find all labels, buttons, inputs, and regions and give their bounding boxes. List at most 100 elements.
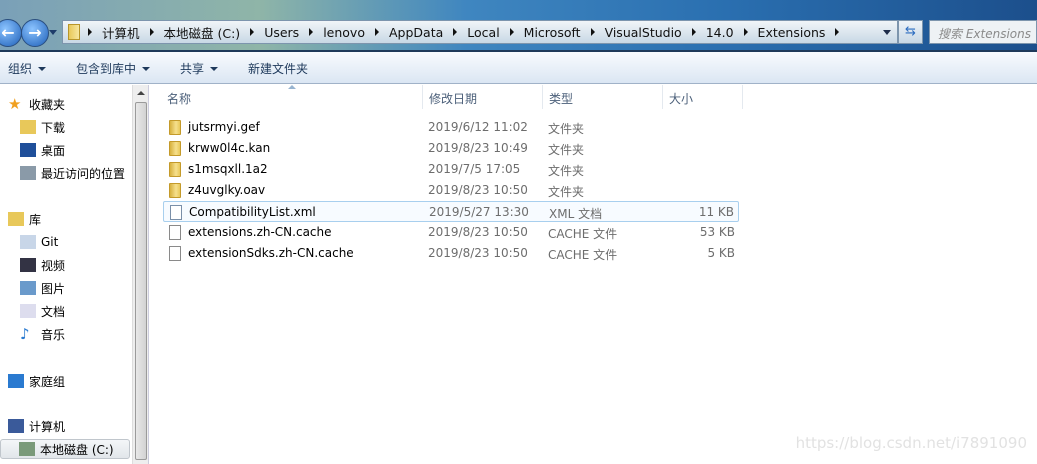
new-folder-label: 新建文件夹 [248, 62, 309, 76]
file-row[interactable]: s1msqxll.1a2 2019/7/5 17:05 文件夹 [163, 159, 739, 180]
file-list: 名称 修改日期 类型 大小 jutsrmyi.gef 2019/6/12 11:0… [148, 85, 1037, 464]
sidebar-item[interactable]: 桌面 [20, 140, 65, 160]
file-type: 文件夹 [548, 122, 585, 136]
breadcrumb-item[interactable]: 本地磁盘 (C:) [164, 23, 241, 42]
file-row[interactable]: extensions.zh-CN.cache 2019/8/23 10:50 CAC… [163, 222, 739, 243]
file-row[interactable]: z4uvglky.oav 2019/8/23 10:50 文件夹 [163, 180, 739, 201]
file-type: 文件夹 [548, 185, 585, 199]
sidebar-item-label: Git [41, 235, 59, 249]
sidebar-item[interactable]: Git [20, 232, 58, 252]
share-label: 共享 [180, 62, 205, 76]
sidebar-item[interactable]: 家庭组 [8, 371, 65, 391]
recent-places-icon [20, 166, 36, 180]
sidebar-item-label: 本地磁盘 (C:) [40, 442, 114, 457]
file-icon [169, 225, 181, 240]
chevron-right-icon[interactable] [691, 28, 696, 36]
file-date: 2019/8/23 10:49 [428, 141, 528, 155]
column-header-type[interactable]: 类型 [543, 85, 663, 109]
chevron-right-icon[interactable] [835, 28, 840, 36]
downloads-icon [20, 120, 36, 134]
file-type: 文件夹 [548, 143, 585, 157]
sidebar-item[interactable]: ♪ 音乐 [20, 324, 65, 344]
scroll-up-icon[interactable] [137, 91, 145, 95]
navigation-pane: ★ 收藏夹下载桌面最近访问的位置库 Git 视频图片文档 ♪ 音乐家庭组计算机本地磁盘 (… [0, 85, 132, 464]
file-date: 2019/8/23 10:50 [428, 183, 528, 197]
file-date: 2019/7/5 17:05 [428, 162, 521, 176]
sidebar-item[interactable]: 库 [8, 209, 41, 229]
breadcrumb: 计算机 本地磁盘 (C:) Users lenovo AppData Local Micro… [102, 23, 849, 42]
address-bar[interactable]: 计算机 本地磁盘 (C:) Users lenovo AppData Local Micro… [62, 20, 898, 44]
sidebar-item[interactable]: 计算机 [8, 416, 65, 436]
breadcrumb-item[interactable]: Microsoft [524, 25, 581, 40]
chevron-right-icon[interactable] [743, 28, 748, 36]
breadcrumb-item[interactable]: Users [264, 25, 299, 40]
sidebar-item[interactable]: 下载 [20, 117, 65, 137]
xml-file-icon [170, 205, 182, 220]
file-type: CACHE 文件 [548, 227, 618, 241]
sidebar-item[interactable]: 文档 [20, 301, 65, 321]
folder-icon [68, 24, 80, 40]
file-row[interactable]: CompatibilityList.xml 2019/5/27 13:30 XML … [163, 201, 739, 222]
chevron-right-icon[interactable] [88, 28, 92, 36]
breadcrumb-item[interactable]: Extensions [758, 25, 826, 40]
local-disk-icon [19, 442, 35, 456]
sidebar-item-label: 最近访问的位置 [41, 166, 126, 181]
chevron-down-icon [142, 66, 151, 71]
chevron-right-icon[interactable] [374, 28, 379, 36]
address-dropdown-icon[interactable] [883, 30, 891, 35]
search-input[interactable]: 搜索 Extensions [929, 20, 1037, 44]
recent-pages-dropdown-icon[interactable] [49, 30, 57, 35]
file-row[interactable]: extensionSdks.zh-CN.cache 2019/8/23 10:50… [163, 243, 739, 264]
organize-button[interactable]: 组织 [8, 60, 47, 77]
chevron-right-icon[interactable] [250, 28, 255, 36]
chevron-right-icon[interactable] [309, 28, 314, 36]
share-button[interactable]: 共享 [180, 60, 219, 77]
chevron-down-icon [38, 66, 47, 71]
breadcrumb-item[interactable]: Local [467, 25, 499, 40]
back-button[interactable]: ← [0, 19, 22, 47]
sidebar-item[interactable]: 图片 [20, 278, 65, 298]
file-name: extensions.zh-CN.cache [188, 225, 332, 239]
file-date: 2019/8/23 10:50 [428, 225, 528, 239]
chevron-right-icon[interactable] [590, 28, 595, 36]
git-library-icon [20, 235, 36, 249]
music-icon: ♪ [20, 325, 30, 343]
sidebar-item[interactable]: 视频 [20, 255, 65, 275]
refresh-button[interactable]: ⇆ [898, 20, 923, 44]
file-size: 5 KB [707, 246, 735, 260]
sidebar-item[interactable]: 最近访问的位置 [20, 163, 125, 183]
column-header-date[interactable]: 修改日期 [423, 85, 543, 109]
file-date: 2019/5/27 13:30 [429, 205, 529, 219]
chevron-right-icon[interactable] [453, 28, 458, 36]
include-label: 包含到库中 [76, 62, 137, 76]
sidebar-item[interactable]: ★ 收藏夹 [8, 94, 65, 114]
sidebar-item-label: 桌面 [41, 143, 66, 158]
file-name: jutsrmyi.gef [188, 120, 260, 134]
file-date: 2019/6/12 11:02 [428, 120, 528, 134]
new-folder-button[interactable]: 新建文件夹 [248, 60, 308, 77]
include-in-library-button[interactable]: 包含到库中 [76, 60, 151, 77]
file-type: 文件夹 [548, 164, 585, 178]
sidebar-item-label: 收藏夹 [29, 97, 66, 112]
forward-button[interactable]: → [21, 19, 49, 47]
chevron-right-icon[interactable] [509, 28, 514, 36]
documents-icon [20, 304, 36, 318]
file-name: z4uvglky.oav [188, 183, 266, 197]
column-header-size[interactable]: 大小 [663, 85, 743, 109]
chevron-right-icon[interactable] [149, 28, 154, 36]
file-date: 2019/8/23 10:50 [428, 246, 528, 260]
breadcrumb-item[interactable]: AppData [389, 25, 443, 40]
sidebar-item-label: 下载 [41, 120, 66, 135]
homegroup-icon [8, 374, 24, 388]
breadcrumb-item[interactable]: lenovo [323, 25, 365, 40]
sidebar-scrollbar[interactable] [132, 85, 148, 464]
column-header-name[interactable]: 名称 [161, 85, 423, 109]
file-row[interactable]: jutsrmyi.gef 2019/6/12 11:02 文件夹 [163, 117, 739, 138]
file-name: krww0l4c.kan [188, 141, 271, 155]
file-row[interactable]: krww0l4c.kan 2019/8/23 10:49 文件夹 [163, 138, 739, 159]
sidebar-item[interactable]: 本地磁盘 (C:) [0, 439, 130, 459]
breadcrumb-item[interactable]: 14.0 [706, 25, 734, 40]
scrollbar-thumb[interactable] [135, 102, 147, 460]
breadcrumb-item[interactable]: 计算机 [102, 23, 140, 42]
breadcrumb-item[interactable]: VisualStudio [605, 25, 682, 40]
